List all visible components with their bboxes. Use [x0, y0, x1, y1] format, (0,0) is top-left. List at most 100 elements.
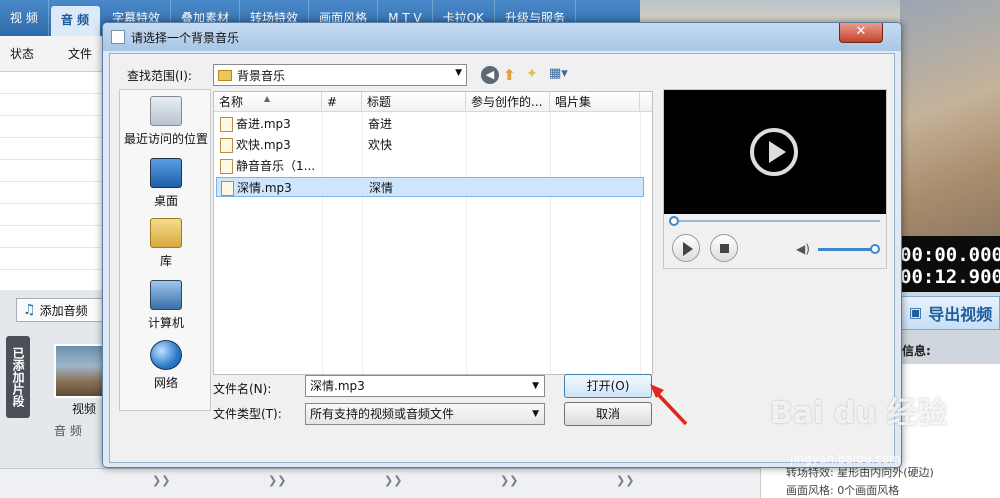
- file-list[interactable]: 名称 ▲ # 标题 参与创作的... 唱片集 奋进.mp3 奋进 欢快.mp3 欢…: [213, 91, 653, 375]
- filename-value: 深情.mp3: [310, 379, 365, 393]
- volume-slider[interactable]: [818, 248, 876, 251]
- place-desktop-label: 桌面: [153, 194, 178, 208]
- column-title[interactable]: 标题: [362, 92, 466, 112]
- tab-video[interactable]: 视 频: [0, 0, 49, 36]
- seek-handle[interactable]: [669, 216, 679, 226]
- chevron-right-icon: ❯❯: [384, 474, 403, 487]
- preview-video: [664, 90, 886, 214]
- play-button[interactable]: [672, 234, 700, 262]
- time-display: 00:00.000 00:12.900: [900, 236, 1000, 292]
- media-preview: ◀): [663, 89, 887, 269]
- export-icon: ▣: [909, 305, 923, 321]
- chevron-down-icon: ▼: [455, 68, 462, 78]
- column-number[interactable]: #: [322, 92, 362, 112]
- baidu-watermark: Bai du 经验: [770, 396, 948, 431]
- column-artist[interactable]: 参与创作的...: [466, 92, 550, 112]
- file-name: 欢快.mp3: [236, 138, 291, 152]
- chevron-right-icon: ❯❯: [152, 474, 171, 487]
- file-name: 深情.mp3: [237, 181, 292, 195]
- audio-list: [0, 72, 106, 290]
- place-computer-label: 计算机: [147, 316, 184, 330]
- place-desktop[interactable]: 桌面: [120, 158, 212, 209]
- info-title: 信息:: [902, 344, 931, 358]
- open-button[interactable]: 打开(O): [564, 374, 652, 398]
- cancel-button[interactable]: 取消: [564, 402, 652, 426]
- file-name: 静音音乐（1...: [236, 159, 316, 173]
- export-video-button[interactable]: ▣ 导出视频: [900, 296, 1000, 330]
- video-preview-background: [900, 0, 1000, 236]
- added-clips-tab[interactable]: 已添加片段: [6, 336, 30, 418]
- file-row-selected[interactable]: 深情.mp3 深情: [216, 177, 644, 197]
- place-computer[interactable]: 计算机: [120, 280, 212, 331]
- add-audio-label: 添加音频: [39, 303, 88, 318]
- close-button[interactable]: ✕: [839, 23, 883, 43]
- new-folder-icon[interactable]: ✦: [526, 66, 544, 84]
- audio-track-label: 音 频: [54, 424, 82, 438]
- tab-audio[interactable]: 音 频: [50, 6, 101, 36]
- filetype-value: 所有支持的视频或音频文件: [310, 407, 455, 421]
- desktop-icon: [150, 158, 182, 188]
- look-in-dropdown[interactable]: 背景音乐 ▼: [213, 64, 467, 86]
- filetype-label: 文件类型(T):: [213, 407, 282, 421]
- sort-up-icon: ▲: [264, 94, 271, 103]
- export-label: 导出视频: [928, 305, 993, 324]
- file-title: [368, 156, 464, 176]
- watermark-url: jingyan.baidu.com: [790, 452, 901, 466]
- dialog-titlebar[interactable]: 请选择一个背景音乐 ✕: [103, 23, 901, 51]
- mp3-file-icon: [220, 116, 233, 132]
- filename-label: 文件名(N):: [213, 382, 272, 396]
- place-network-label: 网络: [153, 376, 178, 390]
- chevron-down-icon[interactable]: ▼: [532, 376, 539, 396]
- volume-icon: ◀): [796, 242, 810, 256]
- file-name: 奋进.mp3: [236, 117, 291, 131]
- folder-icon: [218, 69, 232, 81]
- chevron-right-icon: ❯❯: [268, 474, 287, 487]
- file-row[interactable]: 静音音乐（1...: [214, 156, 652, 176]
- play-overlay-icon[interactable]: [750, 128, 798, 176]
- places-bar: 最近访问的位置 桌面 库 计算机 网络: [119, 89, 211, 411]
- music-note-icon: ♫: [23, 302, 36, 318]
- chevron-right-icon: ❯❯: [500, 474, 519, 487]
- time-total: 00:12.900: [900, 266, 1000, 288]
- time-current: 00:00.000: [900, 244, 1000, 266]
- clip-thumbnail[interactable]: [54, 344, 106, 398]
- place-library-label: 库: [159, 254, 172, 268]
- file-title: 奋进: [368, 117, 393, 131]
- file-list-header: 名称 ▲ # 标题 参与创作的... 唱片集: [214, 92, 652, 112]
- preview-sky-strip: [640, 0, 900, 22]
- chevron-down-icon: ▼: [532, 409, 539, 419]
- mp3-file-icon: [220, 137, 233, 153]
- up-folder-icon[interactable]: ⬆: [503, 66, 521, 84]
- place-library[interactable]: 库: [120, 218, 212, 269]
- chevron-right-icon: ❯❯: [616, 474, 635, 487]
- place-network[interactable]: 网络: [120, 340, 212, 391]
- computer-icon: [150, 280, 182, 310]
- filetype-dropdown[interactable]: 所有支持的视频或音频文件 ▼: [305, 403, 545, 425]
- back-icon[interactable]: ◀: [481, 66, 499, 84]
- place-recent[interactable]: 最近访问的位置: [120, 96, 212, 147]
- stop-button[interactable]: [710, 234, 738, 262]
- mp3-file-icon: [220, 158, 233, 174]
- look-in-label: 查找范围(I):: [127, 69, 192, 83]
- add-audio-button[interactable]: ♫ 添加音频: [16, 298, 108, 322]
- library-icon: [150, 218, 182, 248]
- mp3-file-icon: [221, 180, 234, 196]
- network-globe-icon: [150, 340, 182, 370]
- look-in-value: 背景音乐: [237, 68, 286, 83]
- column-name[interactable]: 名称 ▲: [214, 92, 322, 112]
- filename-input[interactable]: 深情.mp3 ▼: [305, 375, 545, 397]
- column-album[interactable]: 唱片集: [550, 92, 640, 112]
- view-menu-icon[interactable]: ▦▾: [549, 66, 575, 84]
- clip-label: 视频: [72, 402, 97, 416]
- info-style: 画面风格: 0个画面风格: [786, 484, 900, 497]
- file-title: 欢快: [368, 138, 393, 152]
- volume-handle[interactable]: [870, 244, 880, 254]
- red-arrow-annotation-icon: [650, 384, 688, 426]
- dialog-title: 请选择一个背景音乐: [131, 31, 240, 45]
- place-recent-label: 最近访问的位置: [123, 132, 208, 146]
- file-row[interactable]: 欢快.mp3 欢快: [214, 135, 652, 155]
- file-column: 文件: [68, 47, 93, 61]
- file-row[interactable]: 奋进.mp3 奋进: [214, 114, 652, 134]
- seek-bar[interactable]: [674, 220, 880, 222]
- recent-places-icon: [150, 96, 182, 126]
